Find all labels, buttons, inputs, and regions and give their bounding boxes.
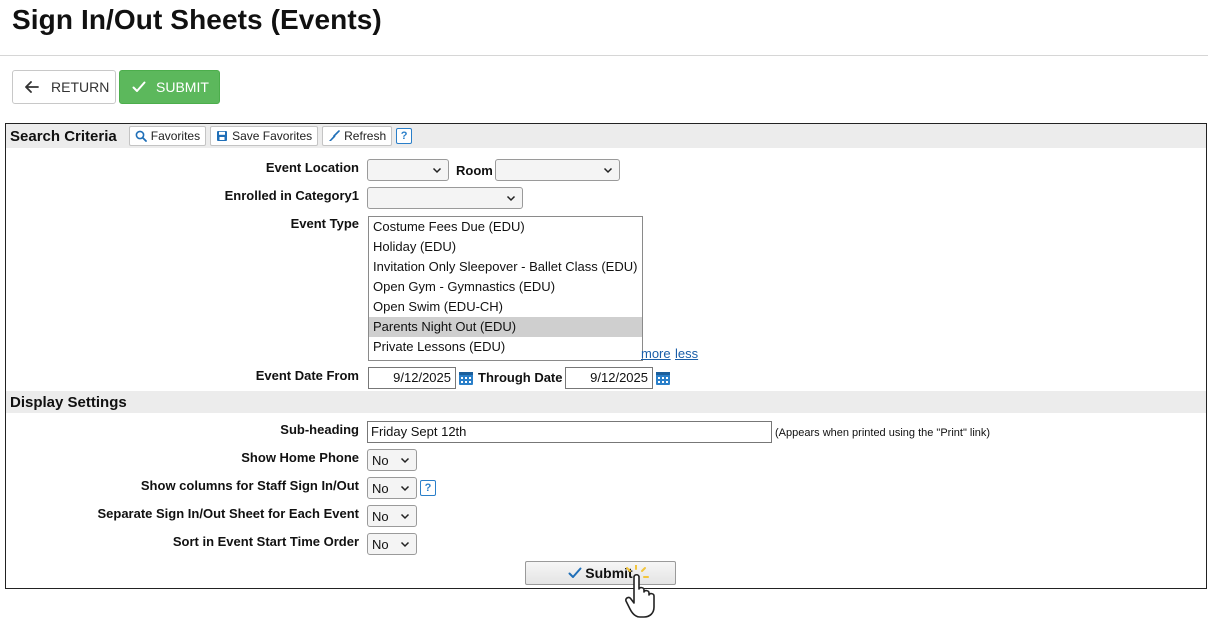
staff-columns-value: No (372, 480, 389, 496)
show-home-phone-value: No (372, 452, 389, 468)
save-favorites-label: Save Favorites (232, 129, 313, 143)
separate-sheet-label: Separate Sign In/Out Sheet for Each Even… (97, 506, 359, 521)
enrolled-category-select[interactable] (367, 187, 523, 209)
separate-sheet-select[interactable]: No (367, 505, 417, 527)
calendar-icon[interactable] (458, 370, 474, 386)
event-type-option[interactable]: Invitation Only Sleepover - Ballet Class… (369, 257, 642, 277)
event-type-label: Event Type (290, 216, 359, 231)
chevron-down-icon (432, 167, 442, 174)
check-icon (568, 567, 582, 578)
chevron-down-icon (400, 457, 410, 464)
event-type-option[interactable]: Private Lessons (EDU) (369, 337, 642, 357)
staff-columns-select[interactable]: No (367, 477, 417, 499)
display-settings-bar: Display Settings (6, 391, 1206, 413)
return-button-label: RETURN (51, 79, 110, 95)
enrolled-category-label: Enrolled in Category1 (224, 188, 359, 203)
staff-help-icon[interactable]: ? (420, 480, 436, 496)
event-date-from-label: Event Date From (255, 368, 359, 383)
sort-order-label: Sort in Event Start Time Order (172, 534, 359, 549)
chevron-down-icon (400, 513, 410, 520)
calendar-icon[interactable] (655, 370, 671, 386)
event-location-select[interactable] (367, 159, 449, 181)
page-title: Sign In/Out Sheets (Events) (12, 4, 382, 35)
event-type-option[interactable]: Holiday (EDU) (369, 237, 642, 257)
sort-order-value: No (372, 536, 389, 552)
submit-top-button[interactable]: SUBMIT (119, 70, 220, 104)
favorites-label: Favorites (150, 129, 201, 143)
less-link[interactable]: less (675, 346, 698, 361)
chevron-down-icon (506, 195, 516, 202)
subheading-hint: (Appears when printed using the "Print" … (775, 427, 991, 439)
title-divider (0, 55, 1208, 56)
save-icon (217, 131, 228, 141)
submit-top-button-label: SUBMIT (156, 79, 209, 95)
chevron-down-icon (400, 541, 410, 548)
display-settings-title: Display Settings (10, 393, 127, 411)
chevron-down-icon (400, 485, 410, 492)
through-date-label: Through Date (478, 370, 563, 385)
broom-icon (329, 130, 340, 141)
hand-cursor-icon (625, 565, 655, 618)
room-select[interactable] (495, 159, 620, 181)
save-favorites-button[interactable]: Save Favorites (210, 126, 319, 146)
event-type-option[interactable]: Parents Night Out (EDU) (369, 317, 642, 337)
search-criteria-title: Search Criteria (10, 127, 117, 145)
through-date-input[interactable]: 9/12/2025 (565, 367, 653, 389)
room-label: Room (456, 163, 493, 178)
refresh-button[interactable]: Refresh (322, 126, 393, 146)
criteria-panel: Search Criteria Favorites Save Favorites… (5, 123, 1207, 589)
search-criteria-bar: Search Criteria Favorites Save Favorites… (6, 124, 1206, 148)
subheading-input[interactable]: Friday Sept 12th (367, 421, 772, 443)
show-home-phone-label: Show Home Phone (241, 450, 359, 465)
help-icon[interactable]: ? (396, 128, 413, 144)
arrow-left-icon (25, 81, 39, 93)
event-type-option[interactable]: Open Gym - Gymnastics (EDU) (369, 277, 642, 297)
event-type-option[interactable]: Costume Fees Due (EDU) (369, 217, 642, 237)
event-type-listbox[interactable]: Costume Fees Due (EDU) Holiday (EDU) Invit… (368, 216, 643, 361)
event-date-from-input[interactable]: 9/12/2025 (368, 367, 456, 389)
refresh-label: Refresh (344, 129, 387, 143)
more-link[interactable]: more (641, 346, 671, 361)
sort-order-select[interactable]: No (367, 533, 417, 555)
event-type-option[interactable]: Open Swim (EDU-CH) (369, 297, 642, 317)
chevron-down-icon (603, 167, 613, 174)
separate-sheet-value: No (372, 508, 389, 524)
favorites-button[interactable]: Favorites (128, 126, 207, 146)
event-location-label: Event Location (265, 160, 359, 175)
subheading-label: Sub-heading (280, 422, 359, 437)
return-button[interactable]: RETURN (12, 70, 116, 104)
search-icon (135, 130, 147, 142)
show-home-phone-select[interactable]: No (367, 449, 417, 471)
check-icon (132, 81, 146, 92)
staff-columns-label: Show columns for Staff Sign In/Out (140, 478, 359, 493)
